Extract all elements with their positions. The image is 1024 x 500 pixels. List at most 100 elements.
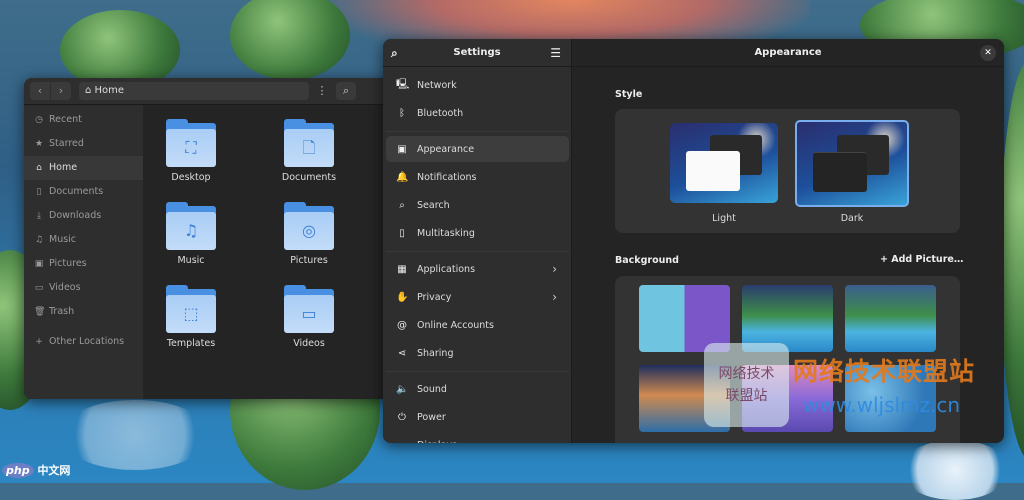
settings-item-appearance[interactable]: ▣ Appearance [386, 136, 569, 162]
folder-label: Templates [166, 338, 216, 349]
path-label: Home [94, 85, 125, 96]
style-light-label: Light [712, 213, 736, 224]
star-icon: ★ [34, 139, 44, 149]
add-picture-button[interactable]: + Add Picture… [880, 254, 963, 265]
files-grid: ⛶ Desktop 🗋 Documents ♫ Music ◎ Pictures ⬚ Templa… [143, 105, 394, 399]
clock-icon: ◷ [35, 115, 43, 125]
hand-icon: ✋ [396, 291, 409, 303]
search-icon[interactable]: ⌕ [391, 39, 398, 67]
watermark-text: 网络技术联盟站 [793, 357, 976, 386]
background-thumb[interactable] [845, 285, 936, 352]
folder-documents[interactable]: 🗋 Documents [269, 119, 349, 183]
settings-item-label: Notifications [417, 171, 477, 183]
plus-icon: + [35, 337, 43, 347]
sidebar-item-home[interactable]: ⌂ Home [24, 156, 143, 180]
background-thumb[interactable] [639, 285, 730, 352]
home-icon: ⌂ [36, 163, 42, 173]
settings-item-sound[interactable]: 🔈 Sound [386, 376, 569, 402]
sidebar-item-recent[interactable]: ◷ Recent [24, 108, 143, 132]
settings-item-label: Power [417, 411, 446, 423]
settings-sidebar: ⌕ Settings ☰ 🖳 Network ᛒ Bluetooth ▣ Appearan… [383, 39, 572, 443]
chevron-right-icon: › [552, 262, 557, 276]
home-icon: ⌂ [85, 85, 95, 96]
settings-item-multitasking[interactable]: ▯ Multitasking [386, 220, 569, 246]
sidebar-item-label: Other Locations [49, 336, 125, 347]
settings-item-label: Multitasking [417, 227, 475, 239]
document-icon: ▯ [36, 187, 42, 197]
settings-item-label: Search [417, 199, 450, 211]
appearance-header: Appearance ✕ [572, 39, 1004, 67]
folder-icon: ▭ [284, 285, 334, 333]
forward-button[interactable]: › [51, 82, 71, 100]
settings-item-sharing[interactable]: ⋖ Sharing [386, 340, 569, 366]
bell-icon: 🔔 [396, 171, 409, 183]
sidebar-item-label: Starred [49, 138, 84, 149]
settings-item-network[interactable]: 🖳 Network [386, 72, 569, 98]
folder-label: Documents [281, 172, 337, 183]
folder-label: Pictures [290, 255, 328, 266]
at-icon: @ [397, 319, 407, 331]
sidebar-item-trash[interactable]: 🗑 Trash [24, 300, 143, 324]
back-button[interactable]: ‹ [30, 82, 50, 100]
appearance-icon: ▣ [397, 143, 407, 155]
settings-item-label: Privacy [417, 291, 452, 303]
sidebar-item-label: Home [49, 162, 78, 173]
sidebar-item-label: Trash [49, 306, 75, 317]
settings-item-privacy[interactable]: ✋ Privacy › [386, 284, 569, 310]
folder-icon: 🗋 [284, 119, 334, 167]
folder-music[interactable]: ♫ Music [151, 202, 231, 266]
wallpaper-hill [230, 0, 350, 80]
files-sidebar: ◷ Recent ★ Starred ⌂ Home ▯ Documents ⤓ Downloads… [24, 105, 143, 399]
folder-icon: ♫ [166, 202, 216, 250]
sidebar-item-documents[interactable]: ▯ Documents [24, 180, 143, 204]
settings-item-search[interactable]: ⌕ Search [386, 192, 569, 218]
settings-item-displays[interactable]: ▭ Displays [386, 432, 569, 444]
menu-button[interactable]: ⋮ [312, 82, 332, 100]
folder-desktop[interactable]: ⛶ Desktop [151, 119, 231, 183]
sidebar-item-label: Downloads [49, 210, 102, 221]
sidebar-item-label: Documents [49, 186, 104, 197]
sidebar-item-downloads[interactable]: ⤓ Downloads [24, 204, 143, 228]
sidebar-item-videos[interactable]: ▭ Videos [24, 276, 143, 300]
settings-item-applications[interactable]: ▦ Applications › [386, 256, 569, 282]
watermark-badge: 网络技术 联盟站 [704, 343, 789, 427]
download-icon: ⤓ [37, 211, 41, 221]
divider [386, 131, 569, 132]
folder-icon: ◎ [284, 202, 334, 250]
display-icon: ▭ [396, 440, 408, 444]
settings-item-label: Sound [417, 383, 447, 395]
search-icon: ⌕ [399, 199, 405, 211]
folder-pictures[interactable]: ◎ Pictures [269, 202, 349, 266]
settings-item-bluetooth[interactable]: ᛒ Bluetooth [386, 100, 569, 126]
close-button[interactable]: ✕ [980, 45, 996, 61]
settings-item-notifications[interactable]: 🔔 Notifications [386, 164, 569, 190]
folder-icon: ⬚ [166, 285, 216, 333]
sidebar-item-music[interactable]: ♫ Music [24, 228, 143, 252]
sidebar-item-starred[interactable]: ★ Starred [24, 132, 143, 156]
settings-item-online-accounts[interactable]: @ Online Accounts [386, 312, 569, 338]
background-thumb[interactable] [742, 285, 833, 352]
hamburger-menu-icon[interactable]: ☰ [550, 39, 561, 67]
settings-item-label: Bluetooth [417, 107, 464, 119]
settings-item-label: Network [417, 79, 457, 91]
sidebar-item-label: Recent [49, 114, 82, 125]
path-bar[interactable]: ⌂ Home [79, 82, 309, 100]
settings-item-power[interactable]: ⏻ Power [386, 404, 569, 430]
power-icon: ⏻ [398, 411, 406, 423]
panel-title: Appearance [754, 47, 822, 58]
share-icon: ⋖ [397, 347, 407, 359]
folder-videos[interactable]: ▭ Videos [269, 285, 349, 349]
settings-title: Settings [453, 47, 501, 58]
sidebar-item-pictures[interactable]: ▣ Pictures [24, 252, 143, 276]
settings-item-label: Applications [417, 263, 476, 275]
multitasking-icon: ▯ [399, 227, 405, 239]
watermark-url: www.wljslmz.cn [803, 393, 961, 417]
folder-templates[interactable]: ⬚ Templates [151, 285, 231, 349]
background-heading: Background [615, 255, 679, 266]
style-box: Light Dark [615, 109, 960, 233]
music-icon: ♫ [34, 235, 44, 245]
sidebar-item-other-locations[interactable]: + Other Locations [24, 330, 143, 354]
video-icon: ▭ [34, 283, 44, 293]
trash-icon: 🗑 [34, 307, 46, 317]
search-button[interactable]: ⌕ [336, 82, 356, 100]
